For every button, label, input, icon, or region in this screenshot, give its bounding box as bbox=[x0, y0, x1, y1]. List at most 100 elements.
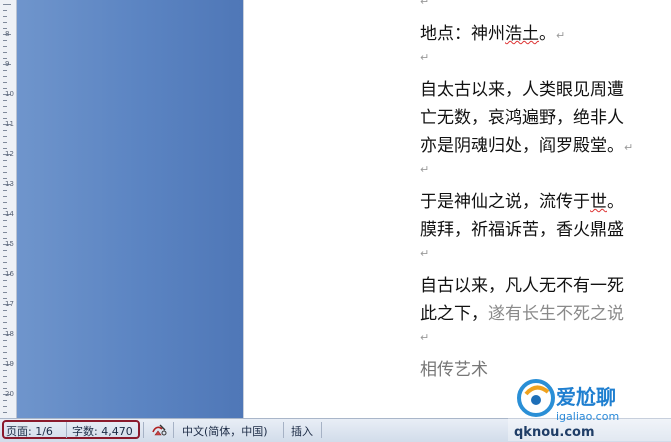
ruler-tick bbox=[3, 166, 7, 167]
doc-line-4: 亦是阴魂归处，阎罗殿堂。↵ bbox=[420, 136, 634, 156]
ruler-number: 11 bbox=[5, 120, 14, 128]
ruler-tick bbox=[3, 232, 7, 233]
ruler-tick bbox=[3, 16, 7, 17]
ruler-tick bbox=[3, 202, 7, 203]
ruler-number: 10 bbox=[5, 90, 14, 98]
ruler-tick bbox=[3, 70, 7, 71]
ruler-tick bbox=[3, 142, 7, 143]
ruler-tick bbox=[3, 28, 7, 29]
ruler-number: 18 bbox=[5, 330, 14, 338]
vertical-ruler[interactable]: 8 9 10 11 12 13 14 15 16 17 18 19 20 bbox=[0, 0, 17, 418]
ruler-tick bbox=[3, 262, 7, 263]
status-separator bbox=[66, 422, 67, 438]
ruler-tick bbox=[3, 358, 7, 359]
doc-line-1: 地点：神州浩土。↵ bbox=[420, 24, 566, 44]
ruler-number: 15 bbox=[5, 240, 14, 248]
paragraph-mark: ↵ bbox=[420, 0, 430, 8]
ruler-tick bbox=[3, 136, 7, 137]
ruler-tick bbox=[3, 340, 7, 341]
ruler-tick bbox=[3, 10, 7, 11]
ruler-tick bbox=[3, 190, 7, 191]
ruler-tick bbox=[3, 250, 7, 251]
ruler-number: 16 bbox=[5, 270, 14, 278]
ruler-tick bbox=[3, 322, 7, 323]
ruler-tick bbox=[3, 280, 7, 281]
watermark-main: 爱尬聊 bbox=[556, 385, 616, 409]
insert-mode-indicator[interactable]: 插入 bbox=[291, 423, 313, 439]
watermark-logo: 爱尬聊 igaliao.com qknou.com bbox=[508, 372, 671, 441]
ruler-tick bbox=[3, 412, 7, 413]
ruler-tick bbox=[3, 256, 7, 257]
ruler-number: 8 bbox=[5, 30, 10, 38]
ruler-tick bbox=[3, 160, 7, 161]
spell-underlined-word: 浩土 bbox=[505, 24, 539, 44]
word-count[interactable]: 字数: 4,470 bbox=[72, 423, 133, 439]
proofing-icon[interactable] bbox=[150, 421, 168, 439]
ruler-tick bbox=[3, 22, 7, 23]
ruler-tick bbox=[3, 286, 7, 287]
document-page[interactable]: ↵ 地点：神州浩土。↵ ↵ 自太古以来，人类眼见周遭 亡无数，哀鸿遍野，绝非人 … bbox=[243, 0, 671, 418]
ruler-tick bbox=[3, 112, 7, 113]
ruler-tick bbox=[3, 76, 7, 77]
ruler-tick bbox=[3, 178, 7, 179]
status-separator bbox=[283, 422, 284, 438]
doc-line-2: 自太古以来，人类眼见周遭 bbox=[420, 80, 624, 100]
ruler-tick bbox=[3, 316, 7, 317]
ruler-tick bbox=[3, 4, 11, 5]
ruler-tick bbox=[3, 310, 7, 311]
status-separator bbox=[321, 422, 322, 438]
ruler-tick bbox=[3, 88, 7, 89]
ruler-tick bbox=[3, 82, 7, 83]
ruler-tick bbox=[3, 130, 7, 131]
navigation-pane bbox=[17, 0, 243, 418]
ruler-tick bbox=[3, 346, 7, 347]
doc-line-8: 此之下，遂有长生不死之说 bbox=[420, 304, 624, 324]
ruler-tick bbox=[3, 400, 7, 401]
paragraph-mark: ↵ bbox=[420, 331, 430, 344]
paragraph-mark: ↵ bbox=[420, 51, 430, 64]
status-separator bbox=[143, 422, 144, 438]
ruler-tick bbox=[3, 268, 7, 269]
document-body[interactable]: ↵ 地点：神州浩土。↵ ↵ 自太古以来，人类眼见周遭 亡无数，哀鸿遍野，绝非人 … bbox=[420, 0, 671, 384]
doc-line-7: 自古以来，凡人无不有一死 bbox=[420, 276, 624, 296]
paragraph-mark: ↵ bbox=[420, 247, 430, 260]
ruler-tick bbox=[3, 382, 7, 383]
ruler-number: 20 bbox=[5, 390, 14, 398]
ruler-tick bbox=[3, 196, 7, 197]
ruler-number: 14 bbox=[5, 210, 14, 218]
doc-line-5: 于是神仙之说，流传于世。 bbox=[420, 192, 624, 212]
paragraph-mark: ↵ bbox=[420, 163, 430, 176]
ruler-tick bbox=[3, 406, 7, 407]
ruler-tick bbox=[3, 100, 7, 101]
ruler-tick bbox=[3, 298, 7, 299]
ruler-tick bbox=[3, 40, 7, 41]
ruler-number: 17 bbox=[5, 300, 14, 308]
ruler-tick bbox=[3, 172, 7, 173]
ruler-tick bbox=[3, 58, 7, 59]
ruler-tick bbox=[3, 106, 7, 107]
ruler-tick bbox=[3, 46, 7, 47]
ruler-number: 9 bbox=[5, 60, 10, 68]
ruler-tick bbox=[3, 352, 7, 353]
language-indicator[interactable]: 中文(简体，中国) bbox=[182, 423, 268, 439]
watermark-domain: igaliao.com bbox=[556, 410, 619, 423]
ruler-number: 13 bbox=[5, 180, 14, 188]
ruler-tick bbox=[3, 292, 7, 293]
spell-underlined-word-2: 世 bbox=[590, 192, 607, 212]
watermark-overlay-text: 遂有长生不死之说 bbox=[488, 304, 624, 324]
ruler-tick bbox=[3, 118, 7, 119]
ruler-tick bbox=[3, 226, 7, 227]
page-count[interactable]: 页面: 1/6 bbox=[6, 423, 53, 439]
ruler-tick bbox=[3, 52, 7, 53]
ruler-tick bbox=[3, 376, 7, 377]
status-separator bbox=[173, 422, 174, 438]
ruler-tick bbox=[3, 220, 7, 221]
ruler-tick bbox=[3, 328, 7, 329]
ruler-tick bbox=[3, 370, 7, 371]
ruler-number: 12 bbox=[5, 150, 14, 158]
ruler-tick bbox=[3, 148, 7, 149]
ruler-tick bbox=[3, 388, 7, 389]
ruler-tick bbox=[3, 238, 7, 239]
ruler-number: 19 bbox=[5, 360, 14, 368]
doc-line-6: 膜拜，祈福诉苦，香火鼎盛 bbox=[420, 220, 624, 240]
